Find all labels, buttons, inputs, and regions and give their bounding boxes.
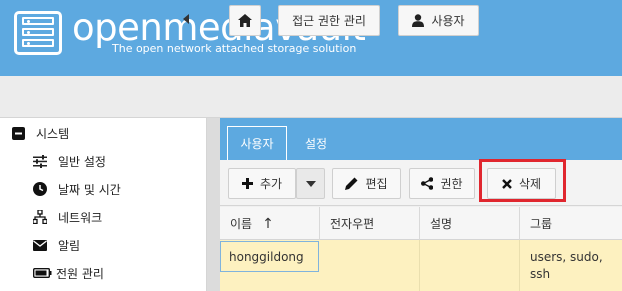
column-header-name[interactable]: 이름 ↑	[220, 207, 320, 240]
add-label: 추가	[259, 177, 283, 191]
network-icon	[32, 209, 48, 225]
user-icon	[412, 14, 425, 27]
cell-description	[420, 240, 520, 291]
breadcrumb	[0, 76, 622, 118]
column-header-label: 그룹	[530, 217, 553, 231]
add-dropdown-button[interactable]	[296, 168, 325, 199]
sidebar-item-label: 알림	[58, 238, 81, 253]
column-header-email[interactable]: 전자우편	[320, 207, 420, 240]
sidebar-item-notification[interactable]: 알림	[0, 231, 207, 259]
breadcrumb-home-button[interactable]	[229, 5, 261, 36]
tab-label: 사용자	[240, 137, 274, 151]
tab-settings[interactable]: 설정	[293, 126, 339, 160]
sidebar-item-label: 날짜 및 시간	[58, 182, 121, 197]
tab-label: 설정	[304, 136, 328, 151]
add-button[interactable]: 추가	[228, 168, 296, 199]
permissions-button[interactable]: 권한	[409, 168, 475, 199]
sidebar-item-label: 네트워크	[58, 210, 103, 225]
battery-icon	[32, 265, 52, 281]
plus-icon	[241, 178, 253, 189]
breadcrumb-user-label: 사용자	[431, 14, 465, 28]
cell-name[interactable]: honggildong	[220, 241, 319, 272]
column-header-label: 전자우편	[330, 217, 375, 231]
sliders-icon	[32, 153, 48, 169]
breadcrumb-access-label: 접근 권한 관리	[292, 14, 366, 28]
sidebar-item-label: 시스템	[36, 126, 70, 141]
breadcrumb-access-control[interactable]: 접근 권한 관리	[278, 5, 380, 36]
caret-down-icon	[305, 180, 316, 187]
logo-icon	[14, 11, 62, 55]
cell-groups: users, sudo, ssh	[530, 250, 603, 281]
collapse-sidebar-icon[interactable]	[183, 14, 189, 24]
home-icon	[238, 14, 252, 27]
brand-tagline: The open network attached storage soluti…	[112, 42, 357, 55]
column-header-label: 설명	[430, 217, 453, 231]
sidebar-item-general-settings[interactable]: 일반 설정	[0, 147, 207, 175]
share-icon	[421, 177, 434, 190]
sidebar-item-date-time[interactable]: 날짜 및 시간	[0, 175, 207, 203]
edit-label: 편집	[365, 177, 388, 191]
minus-square-icon	[10, 125, 26, 141]
clock-icon	[32, 181, 48, 197]
column-header-description[interactable]: 설명	[420, 207, 520, 240]
sidebar-item-label: 전원 관리	[56, 266, 104, 281]
sidebar-scrollbar[interactable]	[207, 118, 220, 291]
permissions-label: 권한	[440, 177, 463, 191]
sidebar-item-network[interactable]: 네트워크	[0, 203, 207, 231]
sidebar-item-system[interactable]: 시스템	[0, 119, 207, 147]
sidebar-item-power[interactable]: 전원 관리	[0, 259, 207, 287]
column-header-label: 이름	[230, 217, 253, 231]
envelope-icon	[32, 237, 48, 253]
breadcrumb-user[interactable]: 사용자	[398, 5, 479, 36]
column-header-groups[interactable]: 그룹	[520, 207, 622, 240]
sort-ascending-icon: ↑	[262, 215, 274, 232]
sidebar-item-label: 일반 설정	[58, 154, 106, 169]
edit-button[interactable]: 편집	[332, 168, 401, 199]
tab-users[interactable]: 사용자	[227, 126, 287, 160]
cell-email	[320, 240, 420, 291]
pencil-icon	[345, 177, 358, 190]
delete-highlight-box	[479, 159, 566, 202]
